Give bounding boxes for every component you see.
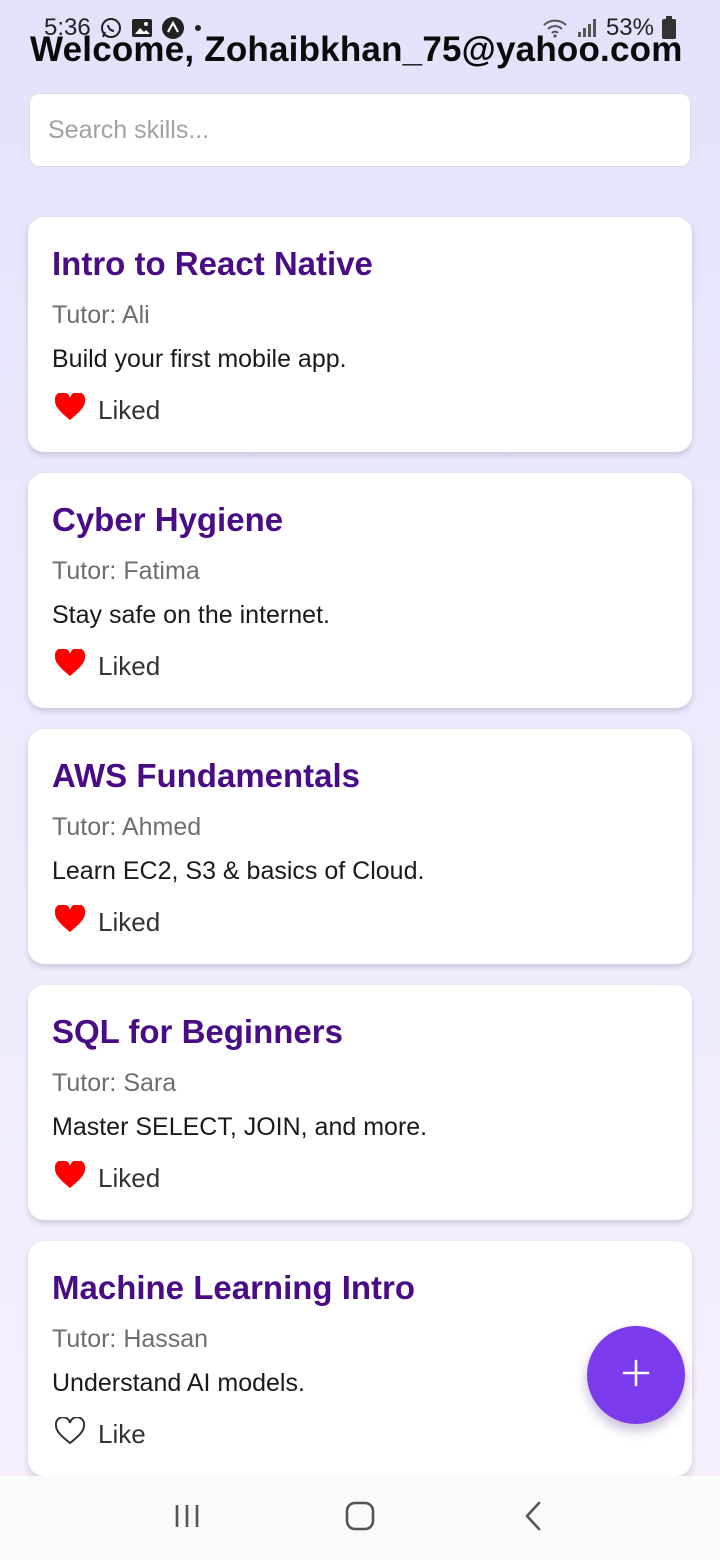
- like-label: Liked: [98, 907, 161, 937]
- home-button[interactable]: [330, 1488, 390, 1548]
- search-input[interactable]: [29, 93, 691, 167]
- skill-title: SQL for Beginners: [52, 1013, 343, 1050]
- skill-card[interactable]: SQL for Beginners Tutor: Sara Master SEL…: [28, 985, 692, 1220]
- skill-tutor: Tutor: Ahmed: [52, 813, 202, 841]
- home-icon: [344, 1500, 376, 1537]
- like-label: Liked: [98, 395, 161, 425]
- recent-apps-button[interactable]: [157, 1488, 217, 1548]
- back-button[interactable]: [503, 1488, 563, 1548]
- recent-apps-icon: [172, 1501, 202, 1536]
- skill-title: Intro to React Native: [52, 245, 373, 282]
- plus-icon: [621, 1358, 651, 1393]
- skill-description: Learn EC2, S3 & basics of Cloud.: [52, 857, 425, 885]
- like-button[interactable]: Liked: [54, 391, 161, 428]
- like-button[interactable]: Liked: [54, 903, 161, 940]
- skill-description: Stay safe on the internet.: [52, 601, 330, 629]
- skill-title: AWS Fundamentals: [52, 757, 361, 794]
- like-label: Liked: [98, 651, 161, 681]
- heart-filled-icon: [54, 1159, 86, 1196]
- skill-card[interactable]: Intro to React Native Tutor: Ali Build y…: [28, 217, 692, 452]
- skill-tutor: Tutor: Ali: [52, 301, 150, 329]
- skill-description: Master SELECT, JOIN, and more.: [52, 1113, 428, 1141]
- skill-title: Machine Learning Intro: [52, 1269, 416, 1306]
- heart-outline-icon: [54, 1416, 86, 1452]
- skill-tutor: Tutor: Sara: [52, 1069, 177, 1097]
- skill-card[interactable]: AWS Fundamentals Tutor: Ahmed Learn EC2,…: [28, 729, 692, 964]
- heart-filled-icon: [54, 647, 86, 684]
- system-nav-bar: [0, 1476, 720, 1560]
- heart-filled-icon: [54, 903, 86, 940]
- like-label: Like: [98, 1419, 146, 1449]
- skill-tutor: Tutor: Fatima: [52, 557, 200, 585]
- skill-card[interactable]: Cyber Hygiene Tutor: Fatima Stay safe on…: [28, 473, 692, 708]
- like-button[interactable]: Liked: [54, 647, 161, 684]
- back-icon: [522, 1500, 544, 1537]
- heart-filled-icon: [54, 391, 86, 428]
- add-skill-button[interactable]: [587, 1326, 685, 1424]
- welcome-heading: Welcome, Zohaibkhan_75@yahoo.com: [30, 30, 683, 69]
- like-label: Liked: [98, 1163, 161, 1193]
- skill-tutor: Tutor: Hassan: [52, 1325, 209, 1353]
- skill-title: Cyber Hygiene: [52, 501, 284, 538]
- like-button[interactable]: Like: [54, 1416, 146, 1452]
- skill-description: Build your first mobile app.: [52, 345, 347, 373]
- like-button[interactable]: Liked: [54, 1159, 161, 1196]
- skill-description: Understand AI models.: [52, 1369, 305, 1397]
